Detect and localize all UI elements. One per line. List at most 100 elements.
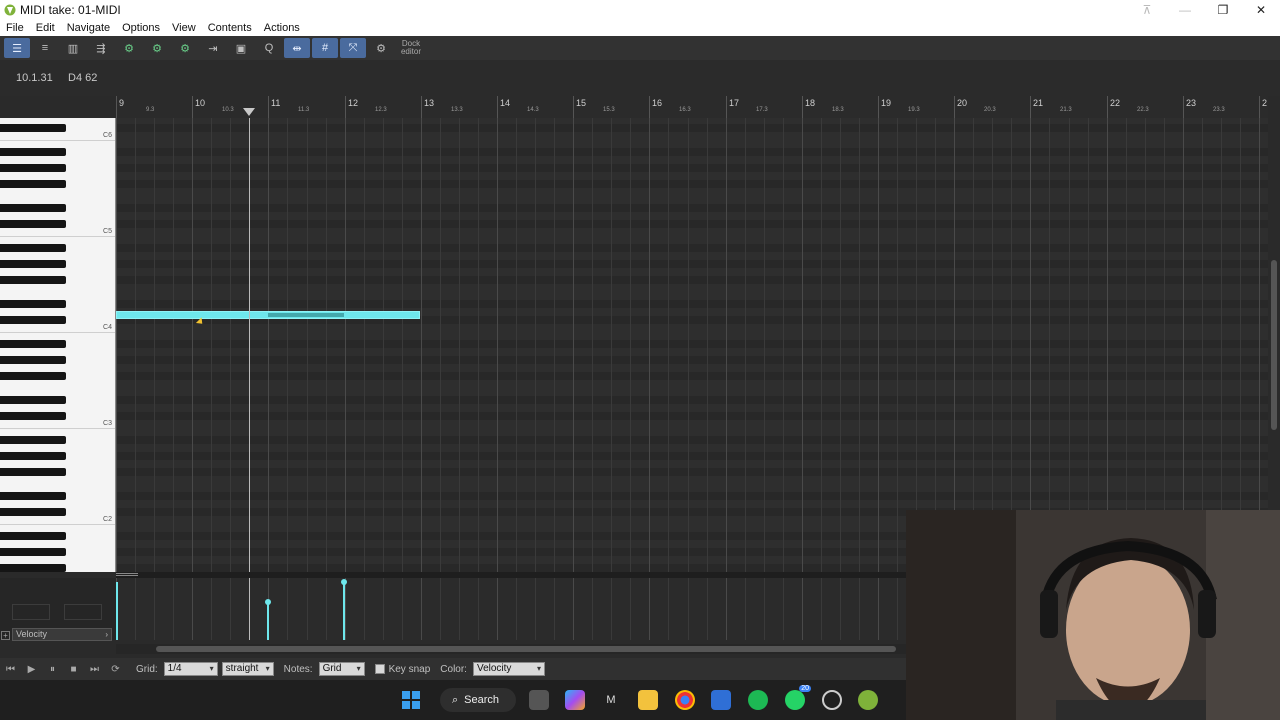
dock-settings-icon[interactable]: ⚙ xyxy=(368,38,394,58)
quantize-icon[interactable]: Q xyxy=(256,38,282,58)
taskbar-search[interactable]: ⌕ Search xyxy=(440,688,516,712)
go-to-end-icon[interactable]: ⏭ xyxy=(84,660,105,678)
velocity-bar[interactable] xyxy=(267,604,269,640)
whatsapp-icon[interactable]: 20 xyxy=(785,685,811,710)
file-explorer-icon[interactable] xyxy=(638,690,658,710)
black-key[interactable] xyxy=(0,316,66,324)
ruler-bar-tick xyxy=(878,96,879,118)
add-lane-icon[interactable]: + xyxy=(1,631,10,640)
velocity-bar[interactable] xyxy=(116,582,118,640)
vertical-scroll-thumb[interactable] xyxy=(1271,260,1277,430)
maschine-icon[interactable]: M xyxy=(601,690,621,710)
color-select[interactable]: Velocity ▾ xyxy=(472,662,545,676)
black-key[interactable] xyxy=(0,220,66,228)
black-key[interactable] xyxy=(0,452,66,460)
black-key[interactable] xyxy=(0,508,66,516)
black-key[interactable] xyxy=(0,564,66,572)
pause-icon[interactable]: ⏸ xyxy=(42,660,63,678)
velocity-handle[interactable] xyxy=(265,599,271,605)
black-key[interactable] xyxy=(0,244,66,252)
black-key[interactable] xyxy=(0,260,66,268)
go-to-start-icon[interactable]: ⏮ xyxy=(0,660,21,678)
notes-select[interactable]: Grid ▾ xyxy=(318,662,365,676)
grid-icon[interactable]: # xyxy=(312,38,338,58)
black-key[interactable] xyxy=(0,164,66,172)
divider-grip-icon[interactable] xyxy=(116,573,138,576)
horizontal-scroll-thumb[interactable] xyxy=(156,646,896,652)
swing-select[interactable]: straight ▾ xyxy=(221,662,274,676)
record-icon[interactable]: ⇥ xyxy=(200,38,226,58)
reaper-icon[interactable] xyxy=(858,690,878,710)
windows-start-icon[interactable] xyxy=(401,690,421,710)
menu-view[interactable]: View xyxy=(166,20,202,36)
repeat-icon[interactable]: ⟳ xyxy=(105,660,126,678)
menu-actions[interactable]: Actions xyxy=(258,20,306,36)
black-key[interactable] xyxy=(0,412,66,420)
task-view-icon[interactable] xyxy=(529,690,549,710)
notation-view-icon[interactable]: ▥ xyxy=(60,38,86,58)
black-key[interactable] xyxy=(0,436,66,444)
black-key[interactable] xyxy=(0,396,66,404)
black-key[interactable] xyxy=(0,468,66,476)
restore-button[interactable]: ❐ xyxy=(1204,0,1242,20)
velocity-bar[interactable] xyxy=(343,582,345,640)
midi-through-icon[interactable]: ⚙ xyxy=(172,38,198,58)
black-key[interactable] xyxy=(0,548,66,556)
black-key[interactable] xyxy=(0,124,66,132)
lane-grid-line xyxy=(459,578,460,640)
ruler-bar-number: 17 xyxy=(729,98,740,108)
chrome-icon[interactable] xyxy=(675,690,695,710)
black-key[interactable] xyxy=(0,356,66,364)
piano-roll-view-icon[interactable]: ☰ xyxy=(4,38,30,58)
vertical-scrollbar[interactable] xyxy=(1268,118,1280,572)
edit-cursor-lane xyxy=(249,578,250,640)
menu-navigate[interactable]: Navigate xyxy=(61,20,116,36)
horizontal-scrollbar[interactable] xyxy=(116,644,906,654)
black-key[interactable] xyxy=(0,492,66,500)
lane-grid-line xyxy=(745,578,746,640)
black-key[interactable] xyxy=(0,180,66,188)
black-key[interactable] xyxy=(0,204,66,212)
midi-input-icon[interactable]: ⚙ xyxy=(144,38,170,58)
velocity-lane[interactable] xyxy=(116,578,906,640)
black-key[interactable] xyxy=(0,276,66,284)
step-input-icon[interactable]: ⚙ xyxy=(116,38,142,58)
black-key[interactable] xyxy=(0,340,66,348)
obs-icon[interactable] xyxy=(822,690,842,710)
list-view-icon[interactable]: ≡ xyxy=(32,38,58,58)
black-key[interactable] xyxy=(0,372,66,380)
midi-note-selected-segment[interactable] xyxy=(268,313,344,317)
black-key-row xyxy=(116,356,1268,364)
menu-file[interactable]: File xyxy=(0,20,30,36)
minimize-button[interactable]: — xyxy=(1166,0,1204,20)
close-button[interactable]: ✕ xyxy=(1242,0,1280,20)
snap-icon[interactable]: ⇹ xyxy=(284,38,310,58)
lane-type-select[interactable]: Velocity › xyxy=(12,628,112,641)
timeline-ruler[interactable]: 9 9.3 10 10.3 11 11.3 12 12.3 13 13.3 14 14.3 15 15.3… xyxy=(116,96,1268,118)
velocity-handle[interactable] xyxy=(341,579,347,585)
grid-value: 1/4 xyxy=(167,663,182,674)
note-grid[interactable] xyxy=(116,118,1268,572)
dock-editor-button[interactable]: Dock editor xyxy=(396,38,426,58)
store-icon[interactable] xyxy=(711,690,731,710)
black-key[interactable] xyxy=(0,148,66,156)
copilot-icon[interactable] xyxy=(565,690,585,710)
key-snap-checkbox[interactable] xyxy=(374,664,385,674)
filter-icon[interactable]: ▣ xyxy=(228,38,254,58)
menu-options[interactable]: Options xyxy=(116,20,166,36)
event-properties-icon[interactable]: ⇶ xyxy=(88,38,114,58)
menu-edit[interactable]: Edit xyxy=(30,20,61,36)
pin-icon[interactable]: ⊼ xyxy=(1128,0,1166,20)
playhead-marker-icon[interactable] xyxy=(243,108,255,116)
draw-icon[interactable]: ⤧ xyxy=(340,38,366,58)
menu-contents[interactable]: Contents xyxy=(202,20,258,36)
piano-keyboard[interactable]: C6 C5 C4 C3 C2 xyxy=(0,118,116,572)
spotify-icon[interactable] xyxy=(748,690,768,710)
play-icon[interactable]: ▶ xyxy=(21,660,42,678)
grid-line xyxy=(497,118,498,572)
stop-icon[interactable]: ■ xyxy=(63,660,84,678)
black-key[interactable] xyxy=(0,300,66,308)
grid-select[interactable]: 1/4 ▾ xyxy=(163,662,218,676)
lane-grid-line xyxy=(802,578,803,640)
black-key[interactable] xyxy=(0,532,66,540)
